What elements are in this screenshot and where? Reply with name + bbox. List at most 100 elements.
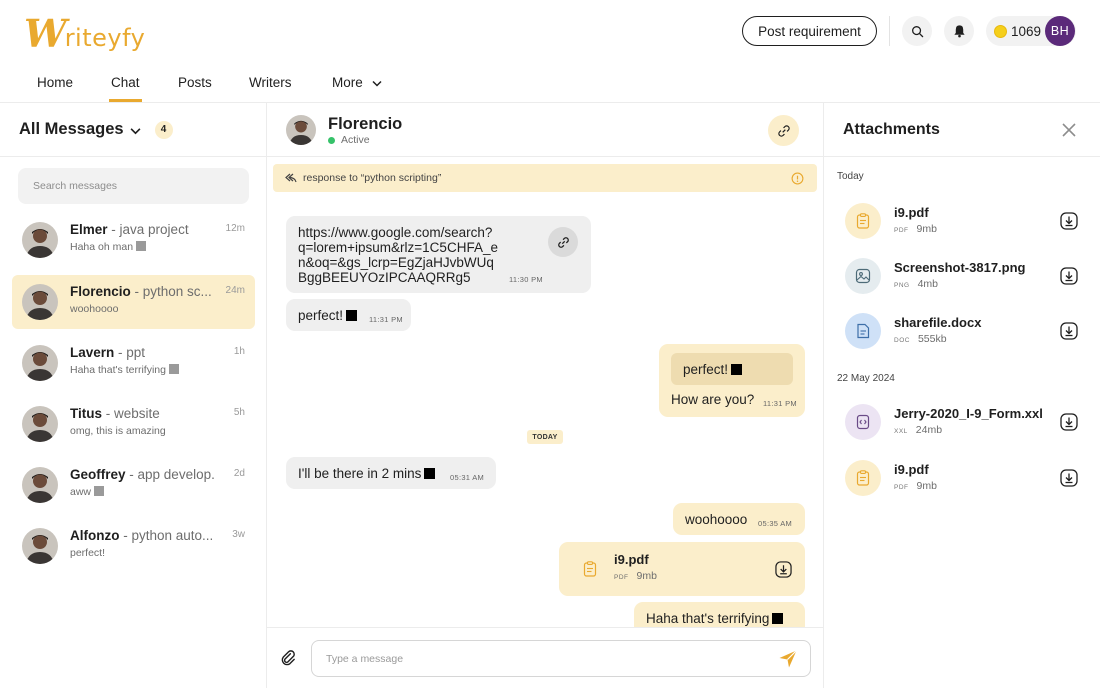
nav-posts[interactable]: Posts [178, 66, 212, 103]
unread-count-badge: 4 [154, 120, 173, 139]
message-input-placeholder: Type a message [326, 652, 404, 665]
section-label-date: 22 May 2024 [837, 373, 895, 384]
download-icon[interactable] [775, 561, 792, 578]
file-type-badge [845, 313, 881, 349]
header-divider [889, 16, 890, 46]
conversation-preview: Haha that's terrifying [70, 364, 179, 376]
quoted-text: perfect! [683, 362, 743, 377]
search-button[interactable] [902, 16, 932, 46]
file-type-badge [845, 404, 881, 440]
message-time: 05:31 AM [450, 473, 485, 482]
nav-chat[interactable]: Chat [109, 66, 142, 103]
avatar[interactable] [286, 115, 316, 145]
conversation-item-geoffrey[interactable]: Geoffrey - app develop... 2d aww [12, 458, 255, 512]
conversation-item-florencio[interactable]: Florencio - python sc... 24m woohoooo [12, 275, 255, 329]
conversation-list-panel: All Messages 4 Search messages Elmer - j… [0, 103, 267, 688]
conversation-item-elmer[interactable]: Elmer - java project 12m Haha oh man [12, 213, 255, 267]
nav-more-label: More [332, 75, 363, 90]
link-icon [557, 236, 569, 248]
section-label-today: Today [837, 171, 864, 182]
message-input[interactable]: Type a message [311, 640, 811, 677]
message-text: Haha that's terrifying [646, 611, 784, 626]
message-bubble-link[interactable]: https://www.google.com/search? q=lorem+i… [286, 216, 591, 293]
download-icon[interactable] [1060, 212, 1078, 230]
share-link-button[interactable] [768, 115, 799, 146]
conversation-time: 24m [225, 285, 245, 296]
conversation-item-alfonzo[interactable]: Alfonzo - python auto... 3w perfect! [12, 519, 255, 573]
search-messages-input[interactable]: Search messages [18, 168, 249, 204]
message-bubble[interactable]: perfect! 11:31 PM [286, 299, 411, 331]
avatar [22, 467, 58, 503]
avatar [22, 222, 58, 258]
chat-contact-name[interactable]: Florencio [328, 115, 402, 134]
message-file-attachment[interactable]: i9.pdf PDF 9mb [559, 542, 805, 596]
nav-home[interactable]: Home [37, 66, 73, 103]
file-name: i9.pdf [894, 462, 929, 477]
message-text: How are you? [671, 392, 755, 407]
emoji-icon [168, 364, 179, 374]
avatar [22, 345, 58, 381]
all-messages-title[interactable]: All Messages [19, 120, 124, 139]
avatar [22, 528, 58, 564]
conversation-time: 12m [225, 223, 245, 234]
day-separator: TODAY [527, 430, 563, 444]
quoted-message[interactable]: perfect! [671, 353, 793, 385]
info-icon[interactable] [791, 172, 804, 185]
link-icon [777, 124, 790, 137]
message-text: https://www.google.com/search? q=lorem+i… [298, 225, 498, 285]
logo-wordmark: riteyfy [64, 24, 146, 52]
reply-icon [285, 173, 297, 183]
coin-count: 1069 [1011, 23, 1042, 39]
chat-header: Florencio Active [267, 103, 823, 157]
download-icon[interactable] [1060, 413, 1078, 431]
image-icon [855, 268, 871, 284]
search-icon [911, 25, 923, 37]
send-icon[interactable] [778, 649, 798, 669]
download-icon[interactable] [1060, 267, 1078, 285]
chevron-down-icon[interactable] [130, 127, 141, 135]
conversation-preview: woohoooo [70, 303, 119, 315]
attachment-item[interactable]: i9.pdf PDF 9mb [824, 457, 1100, 501]
conversation-title: Titus - website [70, 406, 160, 421]
user-avatar[interactable]: BH [1045, 16, 1075, 46]
attachments-title: Attachments [843, 121, 940, 138]
message-bubble[interactable]: I'll be there in 2 mins 05:31 AM [286, 457, 496, 489]
nav-more[interactable]: More [332, 66, 382, 103]
online-dot-icon [328, 136, 335, 144]
attachment-item[interactable]: Jerry-2020_I-9_Form.xxl XXL 24mb [824, 401, 1100, 445]
conversation-item-titus[interactable]: Titus - website 5h omg, this is amazing [12, 397, 255, 451]
chevron-down-icon [372, 80, 382, 87]
message-list[interactable]: https://www.google.com/search? q=lorem+i… [267, 198, 823, 627]
post-requirement-button[interactable]: Post requirement [742, 16, 877, 46]
conversation-preview: Haha oh man [70, 241, 147, 253]
message-time: 11:31 PM [763, 399, 797, 408]
file-name: i9.pdf [894, 205, 929, 220]
message-bubble[interactable]: woohoooo 05:35 AM [673, 503, 805, 535]
word-document-icon [857, 323, 870, 339]
attach-icon[interactable] [280, 649, 297, 666]
writeyfy-logo[interactable]: Writeyfy [24, 10, 145, 54]
close-icon[interactable] [1060, 121, 1078, 139]
reply-context-bar[interactable]: response to “python scripting” [273, 164, 817, 192]
download-icon[interactable] [1060, 469, 1078, 487]
emoji-icon [136, 241, 147, 251]
download-icon[interactable] [1060, 322, 1078, 340]
notifications-button[interactable] [944, 16, 974, 46]
file-name: Jerry-2020_I-9_Form.xxl [894, 406, 1043, 421]
file-meta: DOC 555kb [894, 333, 947, 345]
conversation-item-lavern[interactable]: Lavern - ppt 1h Haha that's terrifying [12, 336, 255, 390]
nav-writers[interactable]: Writers [249, 66, 292, 103]
file-meta: PNG 4mb [894, 278, 939, 290]
link-preview-button[interactable] [548, 227, 578, 257]
message-bubble[interactable]: Haha that's terrifying [634, 602, 805, 627]
attachment-item[interactable]: Screenshot-3817.png PNG 4mb [824, 255, 1100, 299]
attachment-item[interactable]: i9.pdf PDF 9mb [824, 200, 1100, 244]
attachment-item[interactable]: sharefile.docx DOC 555kb [824, 310, 1100, 354]
code-file-icon [856, 414, 870, 430]
emoji-icon [731, 364, 743, 375]
message-bubble-reply[interactable]: perfect! How are you? 11:31 PM [659, 344, 805, 417]
file-meta: XXL 24mb [894, 424, 943, 436]
attachments-header: Attachments [824, 103, 1100, 157]
bell-icon [953, 25, 965, 38]
message-text: perfect! [298, 308, 358, 323]
